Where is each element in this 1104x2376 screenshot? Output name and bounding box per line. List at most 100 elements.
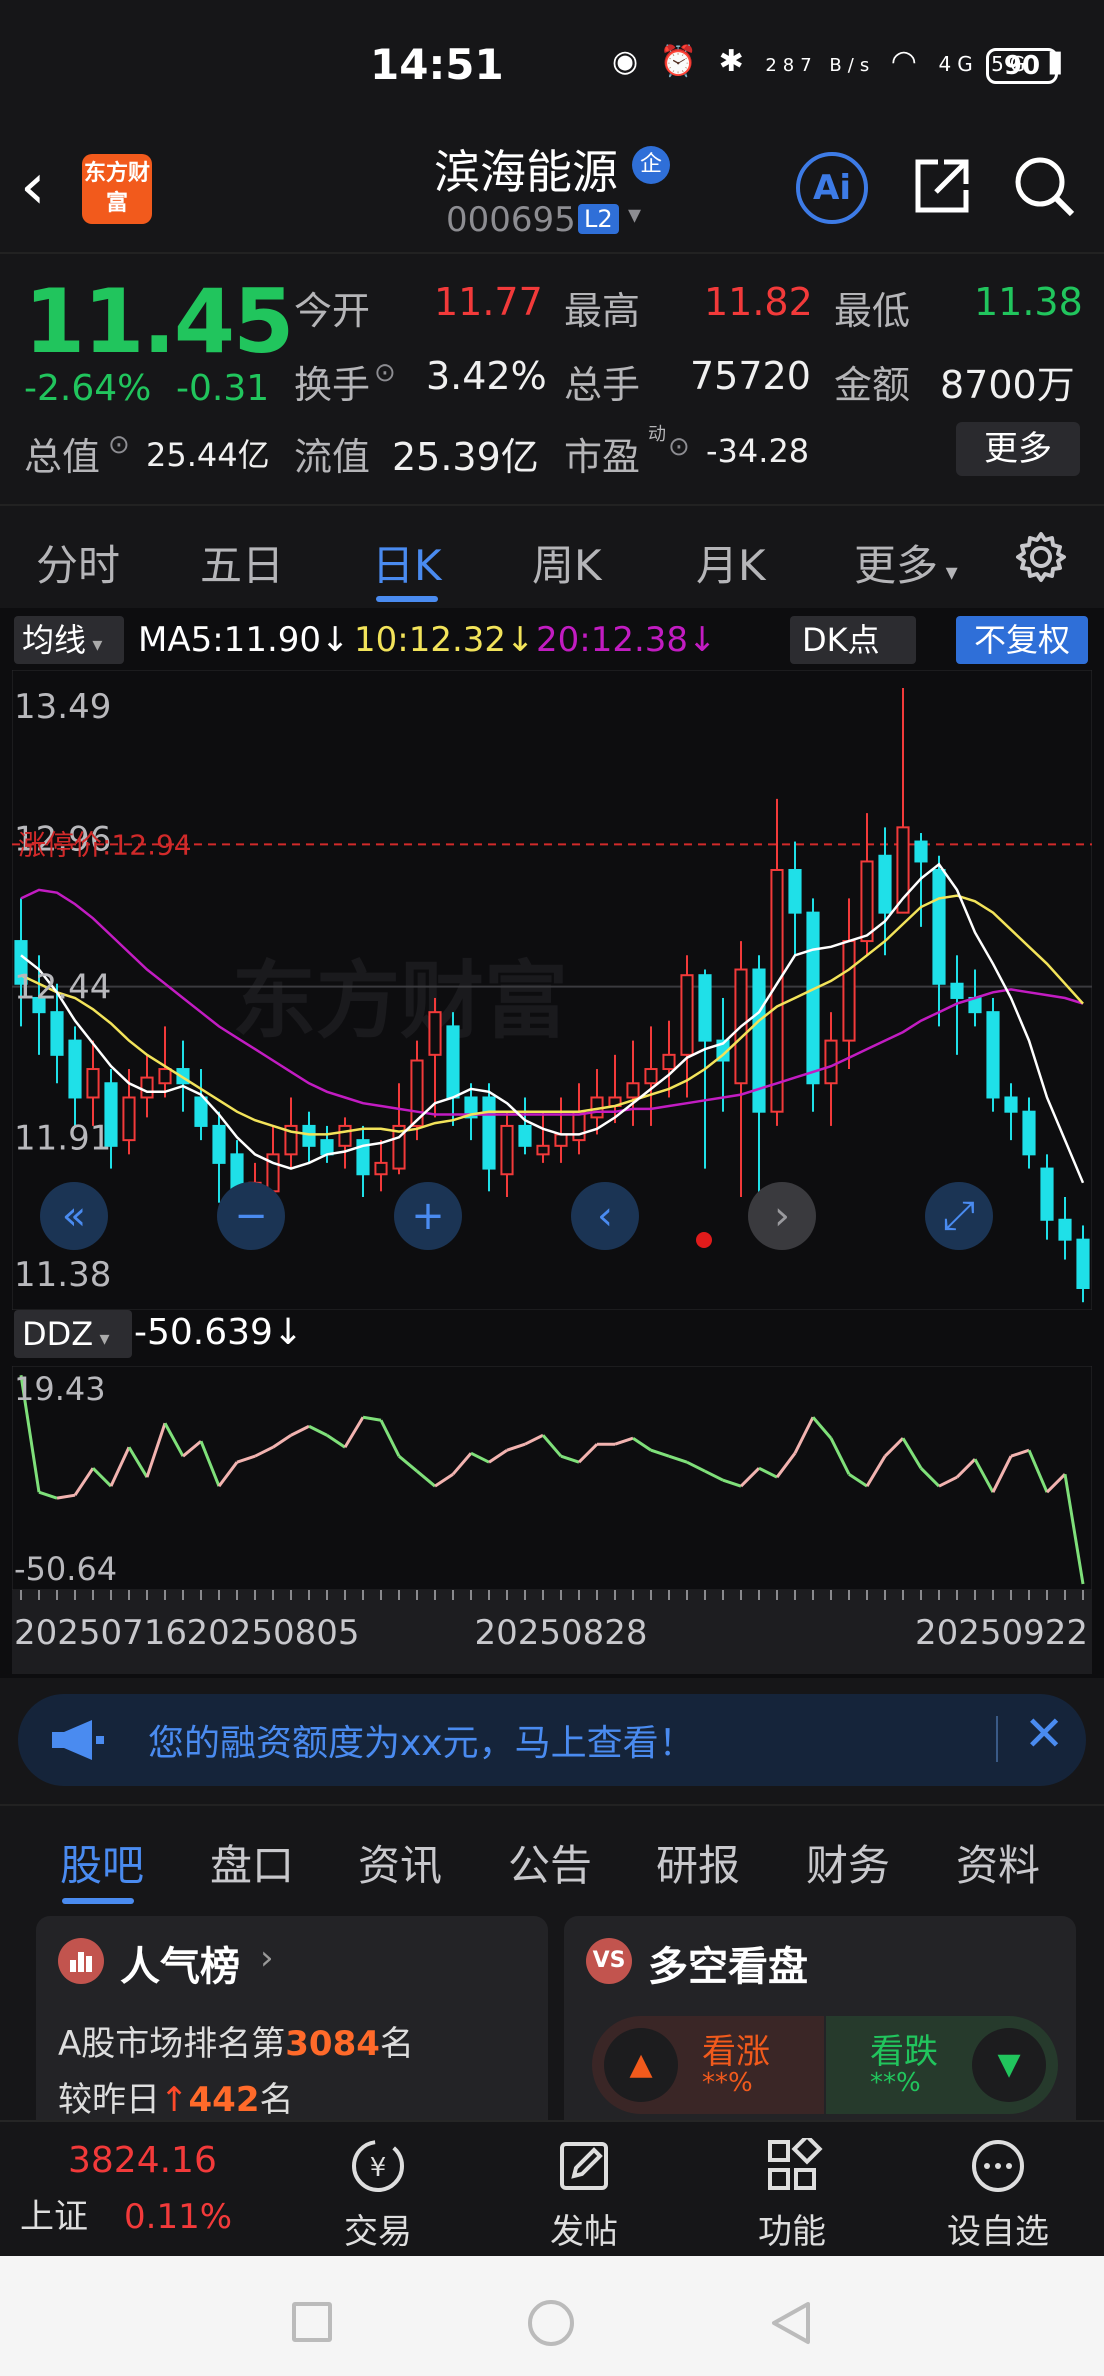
- app-logo[interactable]: 东方财富: [82, 154, 152, 224]
- rank-line1: A股市场排名第3084名: [58, 2016, 414, 2065]
- candlestick-chart[interactable]: 东方财富 13.4912.9612.4411.9111.38涨停价:12.94 …: [12, 670, 1092, 1310]
- rank-line2: 较昨日↑442名: [58, 2072, 293, 2121]
- chevron-down-icon[interactable]: ▾: [628, 200, 641, 230]
- info-tabs: 股吧 盘口 资讯 公告 研报 财务 资料: [0, 1804, 1104, 1906]
- add-watchlist-button[interactable]: 设自选: [928, 2138, 1068, 2253]
- gear-icon[interactable]: [1014, 530, 1068, 584]
- net-speed: 287 B/s: [765, 55, 876, 76]
- vote-down-value: **%: [870, 2068, 921, 2098]
- tab-announcement[interactable]: 公告: [508, 1832, 592, 1893]
- indicator-selector-button[interactable]: DDZ ▾: [14, 1310, 132, 1358]
- ma20-legend: 20:12.38↓: [536, 620, 717, 660]
- vote-up-button[interactable]: ▲ 看涨 **%: [592, 2016, 824, 2114]
- post-button[interactable]: 发帖: [514, 2138, 654, 2253]
- nav-header: ‹ 东方财富 滨海能源 企 000695 L2 ▾ Ai: [0, 130, 1104, 254]
- dk-point-button[interactable]: DK点: [790, 616, 916, 664]
- tab-intraday[interactable]: 分时: [36, 532, 120, 593]
- alarm-icon: ⏰: [659, 44, 704, 79]
- tab-five-day[interactable]: 五日: [200, 532, 284, 593]
- bluetooth-icon: ✱: [718, 44, 750, 79]
- trade-label: 交易: [344, 2212, 412, 2252]
- back-icon[interactable]: [768, 2300, 814, 2346]
- status-time: 14:51: [370, 40, 504, 89]
- double-left-icon[interactable]: «: [40, 1182, 108, 1250]
- fullscreen-icon[interactable]: ⤢: [925, 1182, 993, 1250]
- tab-news[interactable]: 资讯: [358, 1832, 442, 1893]
- status-bar: 14:51 ◉ ⏰ ✱ 287 B/s ◠ 4G 5G ▮ 90: [0, 0, 1104, 130]
- enterprise-badge: 企: [632, 146, 670, 184]
- index-ticker[interactable]: 3824.16 上证 0.11%: [20, 2140, 270, 2238]
- pe-sup: 动: [648, 424, 666, 445]
- open-value: 11.77: [434, 280, 543, 324]
- caret-down-icon: ▾: [938, 558, 958, 586]
- left-arrow-icon[interactable]: ‹: [571, 1182, 639, 1250]
- rank-number: 3084: [285, 2024, 380, 2064]
- svg-text:›: ›: [774, 1193, 790, 1239]
- page-dot: [696, 1232, 712, 1248]
- no-adjust-button[interactable]: 不复权: [956, 616, 1088, 664]
- volume-label: 总手: [564, 363, 641, 407]
- tab-finance[interactable]: 财务: [806, 1832, 890, 1893]
- tab-monthly-k[interactable]: 月K: [696, 532, 766, 593]
- tab-pankou[interactable]: 盘口: [210, 1832, 294, 1893]
- info-icon[interactable]: ⊙: [668, 432, 690, 462]
- tab-guba[interactable]: 股吧: [60, 1832, 144, 1893]
- triangle-up-icon: ▲: [604, 2028, 678, 2102]
- info-icon[interactable]: ⊙: [374, 358, 396, 388]
- back-arrow-icon[interactable]: ‹: [20, 150, 46, 224]
- open-label: 今开: [294, 289, 371, 333]
- chart-period-tabs: 分时 五日 日K 周K 月K 更多 ▾: [0, 504, 1104, 608]
- vote-up-label: 看涨: [702, 2032, 770, 2072]
- function-button[interactable]: 功能: [722, 2133, 862, 2253]
- notice-text: 您的融资额度为xx元，马上查看！: [148, 1723, 695, 1764]
- stock-name: 滨海能源: [434, 145, 618, 199]
- more-button[interactable]: 更多: [956, 422, 1080, 476]
- bar-chart-icon: [58, 1938, 104, 1984]
- zoom-in-icon[interactable]: +: [394, 1182, 462, 1250]
- recent-apps-icon[interactable]: [292, 2302, 332, 2342]
- tab-daily-k[interactable]: 日K: [372, 532, 442, 593]
- amount-value: 8700万: [940, 363, 1075, 407]
- ma-selector-button[interactable]: 均线 ▾: [14, 616, 124, 664]
- close-icon[interactable]: ✕: [1024, 1706, 1064, 1762]
- vote-down-button[interactable]: 看跌 **% ▼: [826, 2016, 1058, 2114]
- caret-down-icon: ▾: [86, 632, 103, 656]
- ddz-indicator-chart[interactable]: 19.43 -50.64 20250716 20250805 20250828 20250…: [12, 1366, 1092, 1674]
- trade-button[interactable]: ¥ 交易: [308, 2138, 448, 2253]
- share-icon[interactable]: [908, 152, 976, 220]
- svg-text:⤢: ⤢: [943, 1193, 975, 1239]
- function-label: 功能: [758, 2212, 826, 2252]
- quote-panel: 11.45 -2.64% -0.31 今开 11.77 最高 11.82 最低 …: [0, 256, 1104, 502]
- limit-up-label: 涨停价:12.94: [18, 828, 192, 861]
- tab-weekly-k[interactable]: 周K: [532, 532, 602, 593]
- ma5-legend: MA5:11.90↓: [138, 620, 350, 660]
- search-icon[interactable]: [1010, 152, 1078, 220]
- triangle-down-icon: ▼: [972, 2028, 1046, 2102]
- yen-circle-icon: ¥: [352, 2140, 404, 2192]
- index-value: 3824.16: [68, 2140, 217, 2181]
- info-icon[interactable]: ⊙: [108, 430, 130, 460]
- tab-research[interactable]: 研报: [656, 1832, 740, 1893]
- divider: [996, 1716, 998, 1762]
- more-dots-icon: [972, 2140, 1024, 2192]
- arrow-up-icon: ↑: [160, 2080, 189, 2120]
- x-tick-label: 20250828: [474, 1613, 647, 1653]
- popularity-card[interactable]: 人气榜 › A股市场排名第3084名 较昨日↑442名: [36, 1916, 548, 2136]
- battery-icon: 90: [986, 48, 1058, 84]
- margin-notice-banner[interactable]: 您的融资额度为xx元，马上查看！ ✕: [18, 1694, 1086, 1786]
- system-nav-bar: [0, 2256, 1104, 2376]
- home-icon[interactable]: [528, 2300, 574, 2346]
- rank-line1-prefix: A股市场排名第: [58, 2024, 286, 2064]
- rank-line2-prefix: 较昨日: [58, 2080, 160, 2120]
- bull-bear-title: 多空看盘: [648, 1944, 808, 1990]
- low-label: 最低: [834, 289, 911, 333]
- right-arrow-icon[interactable]: ›: [748, 1182, 816, 1250]
- tab-profile[interactable]: 资料: [956, 1832, 1040, 1893]
- tab-more[interactable]: 更多 ▾: [854, 532, 958, 593]
- ai-button[interactable]: Ai: [796, 152, 868, 224]
- ddz-tick-label: 19.43: [14, 1370, 106, 1408]
- bull-bear-card[interactable]: VS 多空看盘 ▲ 看涨 **% 看跌 **% ▼: [564, 1916, 1076, 2136]
- megaphone-icon: [52, 1720, 104, 1760]
- zoom-out-icon[interactable]: −: [217, 1182, 285, 1250]
- turnover-label: 换手: [294, 363, 371, 407]
